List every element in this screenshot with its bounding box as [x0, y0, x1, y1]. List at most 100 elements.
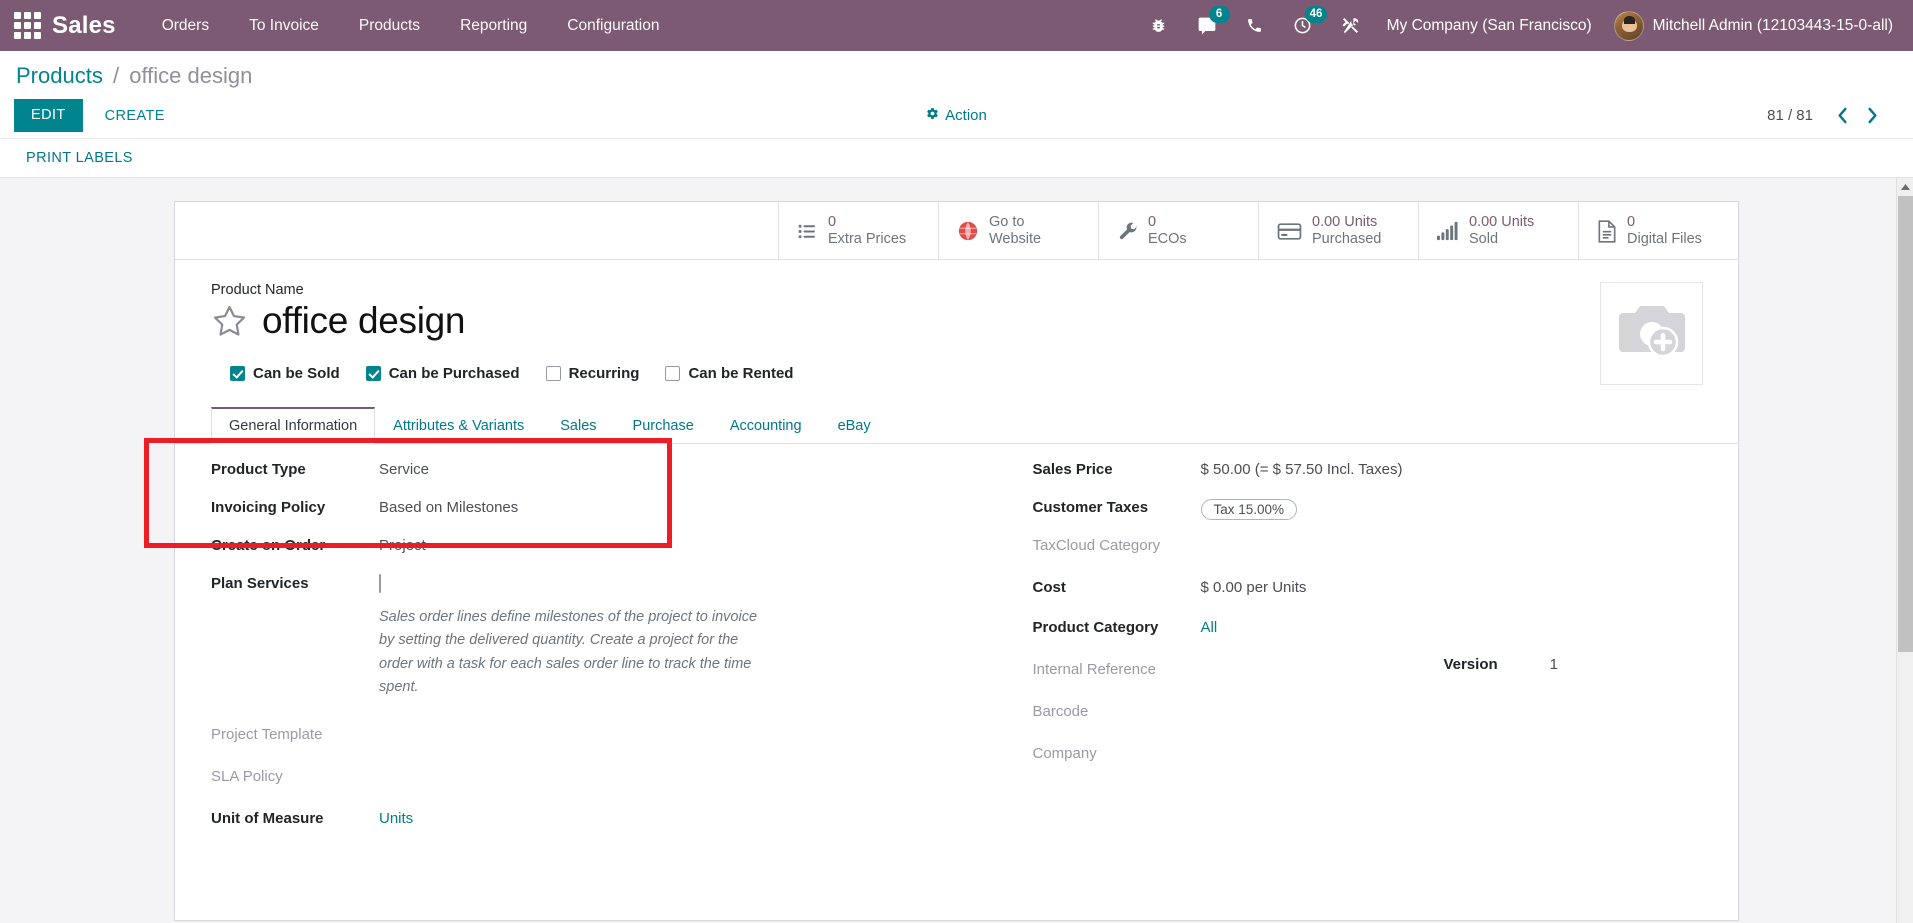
gear-icon — [926, 107, 939, 124]
field-taxcloud-category: TaxCloud Category — [1033, 536, 1693, 558]
menu-item-orders[interactable]: Orders — [142, 0, 229, 51]
create-button[interactable]: CREATE — [89, 101, 181, 131]
stat-label: Sold — [1469, 231, 1499, 247]
field-product-category: Product Category All — [1033, 618, 1693, 640]
action-button[interactable]: Action — [926, 107, 987, 124]
vertical-scrollbar[interactable] — [1896, 178, 1913, 923]
stat-value: Go to — [989, 213, 1025, 230]
field-value[interactable]: 1 — [1550, 656, 1558, 673]
field-label: Invoicing Policy — [211, 498, 326, 516]
product-name-value[interactable]: office design — [262, 300, 465, 343]
product-name-label: Product Name — [211, 282, 304, 298]
bug-icon[interactable] — [1135, 0, 1183, 51]
camera-add-icon — [1616, 302, 1688, 365]
form-column-right: Sales Price $ 50.00 (= $ 57.50 Incl. Tax… — [957, 460, 1703, 848]
general-information-page: Product Type Service Invoicing Policy Ba… — [144, 437, 1738, 878]
checkbox-label: Recurring — [568, 364, 640, 382]
checkbox-can-be-sold[interactable]: Can be Sold — [230, 365, 340, 382]
checkbox-box[interactable] — [365, 365, 381, 381]
company-switcher[interactable]: My Company (San Francisco) — [1375, 17, 1608, 35]
print-labels-button[interactable]: PRINT LABELS — [14, 144, 147, 172]
stat-value: 0.00 Units — [1469, 213, 1535, 230]
stat-button-digital-files[interactable]: 0 Digital Files — [1578, 202, 1738, 260]
wrench-icon — [1117, 221, 1138, 242]
field-label: Unit of Measure — [211, 810, 324, 828]
checkbox-plan-services[interactable] — [379, 573, 381, 593]
tab-purchase[interactable]: Purchase — [615, 407, 712, 444]
user-menu[interactable]: Mitchell Admin (12103443-15-0-all) — [1608, 10, 1897, 41]
tab-sales[interactable]: Sales — [542, 407, 614, 444]
stat-button-go-to-website[interactable]: Go to Website — [938, 202, 1098, 260]
product-image-upload[interactable] — [1600, 282, 1703, 385]
action-label: Action — [945, 107, 987, 124]
app-brand-sales[interactable]: Sales — [52, 12, 116, 40]
tab-general-information[interactable]: General Information — [211, 406, 376, 444]
menu-item-reporting[interactable]: Reporting — [440, 0, 547, 51]
checkbox-box[interactable] — [230, 365, 245, 381]
checkbox-box[interactable] — [545, 365, 561, 381]
checkbox-recurring[interactable]: Recurring — [545, 364, 640, 382]
stat-label: Purchased — [1312, 231, 1382, 247]
field-plan-services: Plan Services — [211, 573, 927, 596]
notebook-tabs: General Information Attributes & Variant… — [175, 406, 1738, 444]
apps-grid-icon[interactable] — [10, 9, 44, 43]
breadcrumb-products[interactable]: Products — [16, 63, 103, 88]
stat-button-sold[interactable]: 0.00 Units Sold — [1418, 202, 1578, 260]
stat-button-extra-prices[interactable]: 0 Extra Prices — [778, 202, 938, 260]
stat-label: ECOs — [1148, 231, 1187, 247]
tax-tag[interactable]: Tax 15.00% — [1200, 498, 1298, 520]
checkbox-can-be-rented[interactable]: Can be Rented — [665, 365, 793, 382]
list-icon — [797, 221, 818, 242]
stat-value: 0 — [1627, 213, 1636, 230]
user-name: Mitchell Admin (12103443-15-0-all) — [1652, 16, 1893, 34]
scrollbar-thumb[interactable] — [1898, 196, 1913, 652]
breadcrumb-separator: / — [112, 63, 120, 88]
field-sla-policy: SLA Policy — [211, 767, 927, 789]
field-value[interactable]: $ 50.00 (= $ 57.50 Incl. Taxes) — [1201, 460, 1403, 478]
menu-item-to-invoice[interactable]: To Invoice — [229, 0, 339, 51]
tab-accounting[interactable]: Accounting — [712, 407, 820, 444]
tools-icon[interactable] — [1327, 0, 1375, 51]
field-value[interactable]: Based on Milestones — [379, 498, 518, 516]
action-menu-container: Action — [14, 107, 1899, 124]
tab-attributes-variants[interactable]: Attributes & Variants — [375, 407, 542, 444]
chevron-right-icon[interactable] — [1859, 103, 1885, 129]
field-label: Version — [1443, 655, 1498, 673]
messages-icon[interactable]: 6 — [1183, 0, 1231, 51]
scroll-up-icon[interactable] — [1897, 178, 1913, 195]
field-label: Product Type — [211, 460, 306, 478]
chevron-left-icon[interactable] — [1829, 103, 1855, 129]
stat-button-ecos[interactable]: 0 ECOs — [1098, 202, 1258, 260]
field-value[interactable]: Project — [379, 536, 426, 554]
field-value[interactable]: Service — [379, 460, 429, 478]
field-product-type: Product Type Service — [211, 460, 927, 482]
star-outline-icon[interactable] — [211, 303, 248, 340]
field-internal-reference: Internal Reference — [1033, 660, 1693, 682]
tab-ebay[interactable]: eBay — [820, 407, 889, 444]
phone-icon[interactable] — [1231, 0, 1279, 51]
avatar — [1613, 10, 1644, 41]
field-value[interactable]: Units — [379, 809, 413, 827]
field-label: Cost — [1032, 578, 1066, 596]
menu-item-products[interactable]: Products — [339, 0, 440, 51]
checkbox-can-be-purchased[interactable]: Can be Purchased — [365, 365, 520, 382]
field-label: SLA Policy — [211, 768, 283, 786]
field-unit-of-measure: Unit of Measure Units — [211, 809, 927, 831]
activities-clock-icon[interactable]: 46 — [1279, 0, 1328, 51]
control-panel: Products / office design EDIT CREATE Act… — [0, 51, 1913, 178]
stat-value: 0 — [1148, 213, 1157, 230]
field-company: Company — [1033, 744, 1693, 766]
navbar-system-tray: 6 46 My Company (San Francisco) Mitchell… — [1135, 0, 1897, 51]
field-label: Product Category — [1032, 618, 1159, 636]
field-value[interactable]: All — [1201, 618, 1218, 636]
field-version: Version 1 — [1443, 656, 1558, 673]
field-value[interactable]: $ 0.00 per Units — [1201, 578, 1307, 596]
menu-item-configuration[interactable]: Configuration — [547, 0, 679, 51]
product-flags: Can be Sold Can be Purchased Recurring C… — [211, 365, 1702, 382]
field-label-spacer — [211, 606, 379, 607]
checkbox-box[interactable] — [665, 365, 681, 381]
field-customer-taxes: Customer Taxes Tax 15.00% — [1033, 498, 1693, 520]
stat-button-purchased[interactable]: 0.00 Units Purchased — [1258, 202, 1418, 260]
edit-button[interactable]: EDIT — [14, 99, 83, 132]
plan-services-help: Sales order lines define milestones of t… — [211, 606, 927, 700]
